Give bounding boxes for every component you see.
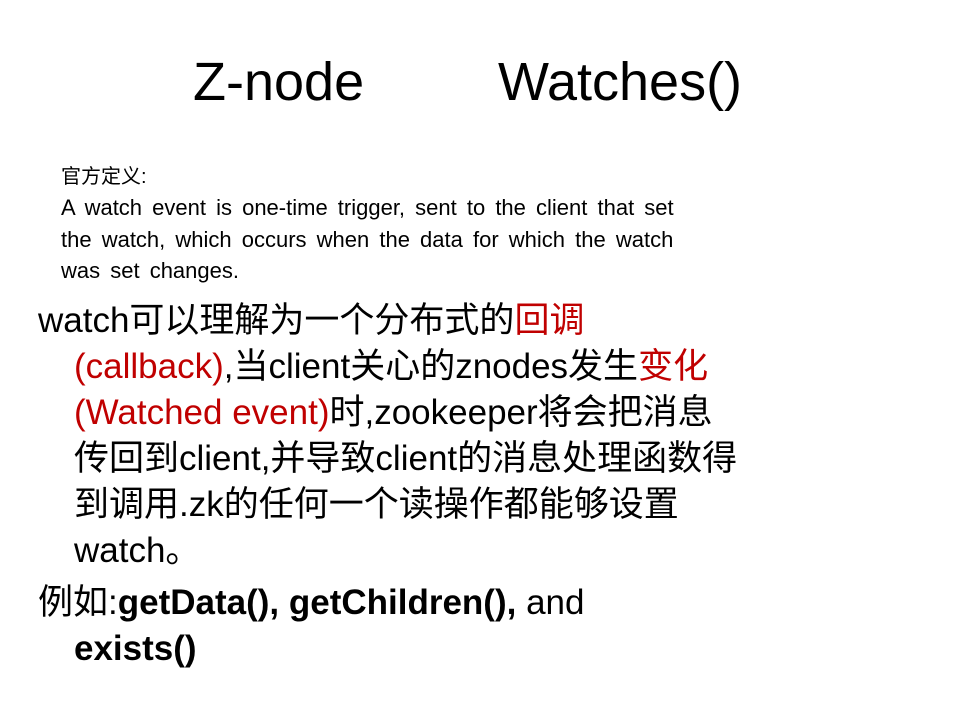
watch-explanation: watch可以理解为一个分布式的回调 (callback),当client关心的… <box>38 298 898 574</box>
explanation-line-6: watch。 <box>74 531 201 570</box>
examples: 例如:getData(), getChildren(), and exists(… <box>38 580 898 672</box>
examples-and: and <box>516 583 585 622</box>
definition-line-1: A watch event is one-time trigger, sent … <box>61 195 674 220</box>
explanation-text: ,当client关心的znodes发生 <box>223 347 639 386</box>
examples-prefix: 例如: <box>38 583 118 622</box>
slide-title: Z-node Watches() <box>0 44 960 124</box>
highlight-watched-event: (Watched event) <box>74 393 330 432</box>
explanation-line-3: (Watched event)时,zookeeper将会把消息 <box>38 390 898 436</box>
definition-line-2: the watch, which occurs when the data fo… <box>61 226 674 252</box>
explanation-line-1: watch可以理解为一个分布式的回调 <box>38 298 898 344</box>
explanation-line-2: (callback),当client关心的znodes发生变化 <box>38 344 898 390</box>
definition-label: 官方定义: <box>61 166 147 188</box>
title-znode: Z-node <box>193 52 365 112</box>
highlight-change: 变化 <box>638 347 709 386</box>
examples-line-2: exists() <box>74 629 197 668</box>
explanation-text: 时,zookeeper将会把消息 <box>329 393 713 432</box>
explanation-text: watch可以理解为一个分布式的 <box>38 301 515 340</box>
examples-line-1: 例如:getData(), getChildren(), and <box>38 580 898 626</box>
examples-functions: getData(), getChildren(), <box>117 583 517 622</box>
highlight-callback: (callback) <box>74 347 224 386</box>
explanation-line-5: 到调用.zk的任何一个读操作都能够设置 <box>74 485 679 524</box>
definition-line-3: was set changes. <box>61 258 239 283</box>
slide: Z-node Watches() 官方定义: A watch event is … <box>0 0 960 720</box>
explanation-line-4: 传回到client,并导致client的消息处理函数得 <box>74 439 738 478</box>
title-watches: Watches() <box>498 52 743 112</box>
official-definition: 官方定义: A watch event is one-time trigger,… <box>61 162 851 287</box>
highlight-callback-cn: 回调 <box>514 301 585 340</box>
